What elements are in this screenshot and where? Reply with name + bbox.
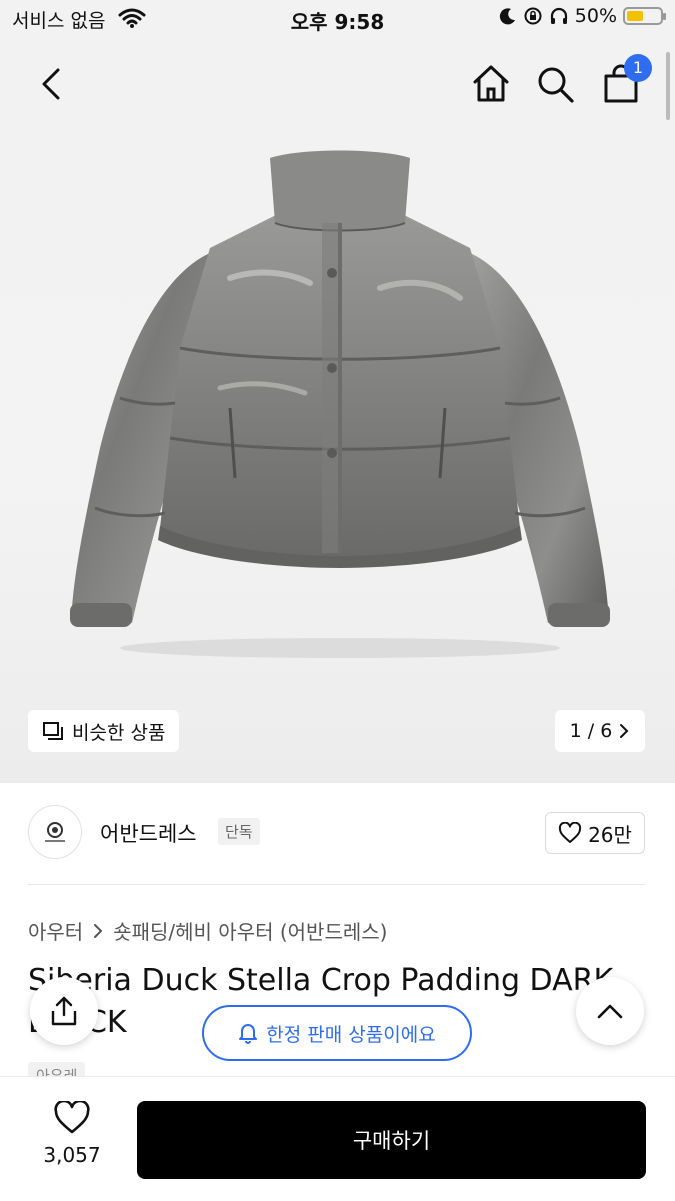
gallery-pager[interactable]: 1 / 6 <box>555 710 645 752</box>
battery-icon <box>623 7 666 25</box>
favorite-count: 3,057 <box>43 1143 101 1167</box>
limited-sale-label: 한정 판매 상품이에요 <box>266 1023 436 1046</box>
chevron-right-icon <box>620 724 629 738</box>
rotation-lock-icon <box>524 7 542 25</box>
chevron-right-icon <box>94 923 103 938</box>
home-icon[interactable] <box>470 62 512 104</box>
favorite-button[interactable]: 3,057 <box>32 1099 112 1167</box>
status-icons: 50% <box>499 5 666 27</box>
brand-like-count: 26만 <box>588 822 632 847</box>
product-gallery[interactable]: 1 비슷한 상품 1 / 6 <box>0 38 675 783</box>
divider <box>28 884 645 885</box>
cart-button[interactable]: 1 <box>602 54 652 104</box>
bell-icon <box>239 1024 258 1044</box>
headphones-icon <box>550 7 567 24</box>
cart-badge: 1 <box>624 54 652 82</box>
moon-icon <box>499 8 515 25</box>
back-icon[interactable] <box>36 64 66 104</box>
chevron-up-icon <box>597 1004 623 1019</box>
brand-like-button[interactable]: 26만 <box>545 812 645 854</box>
battery-percent: 50% <box>574 5 617 27</box>
brand-logo-emblem <box>45 822 65 842</box>
buy-button[interactable]: 구매하기 <box>137 1101 646 1179</box>
copy-icon <box>43 722 63 740</box>
similar-products-label: 비슷한 상품 <box>72 721 166 744</box>
pager-text: 1 / 6 <box>569 720 613 742</box>
product-image <box>70 150 610 658</box>
similar-products-button[interactable]: 비슷한 상품 <box>28 710 180 752</box>
heart-icon <box>558 822 582 843</box>
breadcrumb-subcategory[interactable]: 숏패딩/헤비 아우터 (어반드레스) <box>113 916 387 945</box>
share-icon <box>51 996 77 1026</box>
search-icon[interactable] <box>535 64 575 104</box>
exclusive-badge: 단독 <box>218 818 260 845</box>
breadcrumb: 아우터 숏패딩/헤비 아우터 (어반드레스) <box>28 916 387 945</box>
status-bar: 서비스 없음 오후 9:58 50% <box>0 0 675 38</box>
scroll-top-button[interactable] <box>576 977 644 1045</box>
breadcrumb-category[interactable]: 아우터 <box>28 916 83 945</box>
scrollbar[interactable] <box>666 52 670 120</box>
brand-name[interactable]: 어반드레스 <box>100 818 197 848</box>
share-button[interactable] <box>30 977 98 1045</box>
bottom-action-bar: 3,057 구매하기 <box>0 1076 675 1201</box>
heart-icon <box>54 1099 90 1134</box>
brand-logo[interactable] <box>28 805 82 859</box>
limited-sale-notice[interactable]: 한정 판매 상품이에요 <box>202 1005 472 1061</box>
